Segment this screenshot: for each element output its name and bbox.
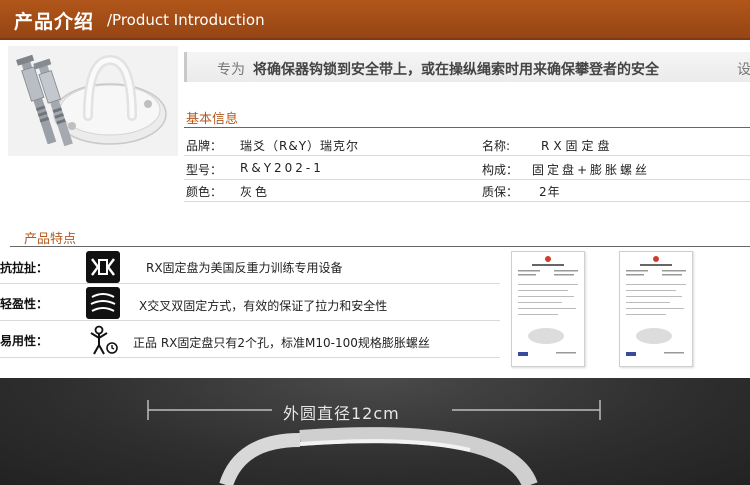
composition-label: 构成： <box>482 163 519 177</box>
feature-label-tension: 抗拉扯： <box>0 261 49 275</box>
slogan-part-2: 将确保器钩锁到安全带上，或在操纵绳索时用来确保攀登者的安全 <box>253 62 659 78</box>
color-value: 灰色 <box>240 185 271 199</box>
diameter-label: 外圆直径12cm <box>283 404 400 423</box>
brand-value: 瑞爻（R&Y）瑞克尔 <box>240 139 360 153</box>
slogan-part-3: 设计 <box>737 62 750 78</box>
name-label: 名称: <box>482 139 511 153</box>
feature-divider <box>0 357 500 358</box>
info-row-divider <box>184 179 750 180</box>
feature-divider <box>0 283 500 284</box>
name-value: RX固定盘 <box>541 139 614 153</box>
dimension-drawing <box>147 400 601 485</box>
lightweight-icon <box>86 287 120 319</box>
info-row-divider <box>184 155 750 156</box>
test-certificate-2 <box>619 251 693 367</box>
feature-label-easy-use: 易用性： <box>0 334 49 348</box>
header-subtitle: /Product Introduction <box>107 11 265 29</box>
tension-icon <box>86 251 120 283</box>
basic-info-divider <box>184 127 750 128</box>
basic-info-title: 基本信息 <box>186 112 239 127</box>
feature-divider <box>0 320 500 321</box>
info-row-divider <box>184 201 750 202</box>
warranty-label: 质保： <box>482 185 519 199</box>
color-label: 颜色： <box>186 185 223 199</box>
feature-text-lightweight: X交叉双固定方式，有效的保证了拉力和安全性 <box>139 299 388 313</box>
test-certificate-1 <box>511 251 585 367</box>
product-photo-drawing <box>16 54 167 147</box>
header-banner: 产品介绍 /Product Introduction <box>0 0 750 40</box>
features-divider <box>10 246 750 247</box>
easy-use-icon <box>86 324 120 356</box>
composition-value: 固定盘+膨胀螺丝 <box>532 163 651 177</box>
header-title: 产品介绍 <box>14 11 95 33</box>
product-image <box>8 46 178 156</box>
slogan-part-1: 专为 <box>217 62 245 78</box>
model-label: 型号： <box>186 163 223 177</box>
dimension-panel: 外圆直径12cm <box>0 378 750 485</box>
feature-text-easy-use: 正品 RX固定盘只有2个孔，标准M10-100规格膨胀螺丝 <box>133 336 430 350</box>
slogan-bar: 专为 将确保器钩锁到安全带上，或在操纵绳索时用来确保攀登者的安全 设计 <box>184 52 750 82</box>
model-value: R&Y202-1 <box>240 161 324 175</box>
brand-label: 品牌： <box>186 139 223 153</box>
feature-text-tension: RX固定盘为美国反重力训练专用设备 <box>146 261 343 275</box>
feature-label-lightweight: 轻盈性： <box>0 297 49 311</box>
warranty-value: 2年 <box>539 185 561 199</box>
features-title: 产品特点 <box>24 232 77 247</box>
